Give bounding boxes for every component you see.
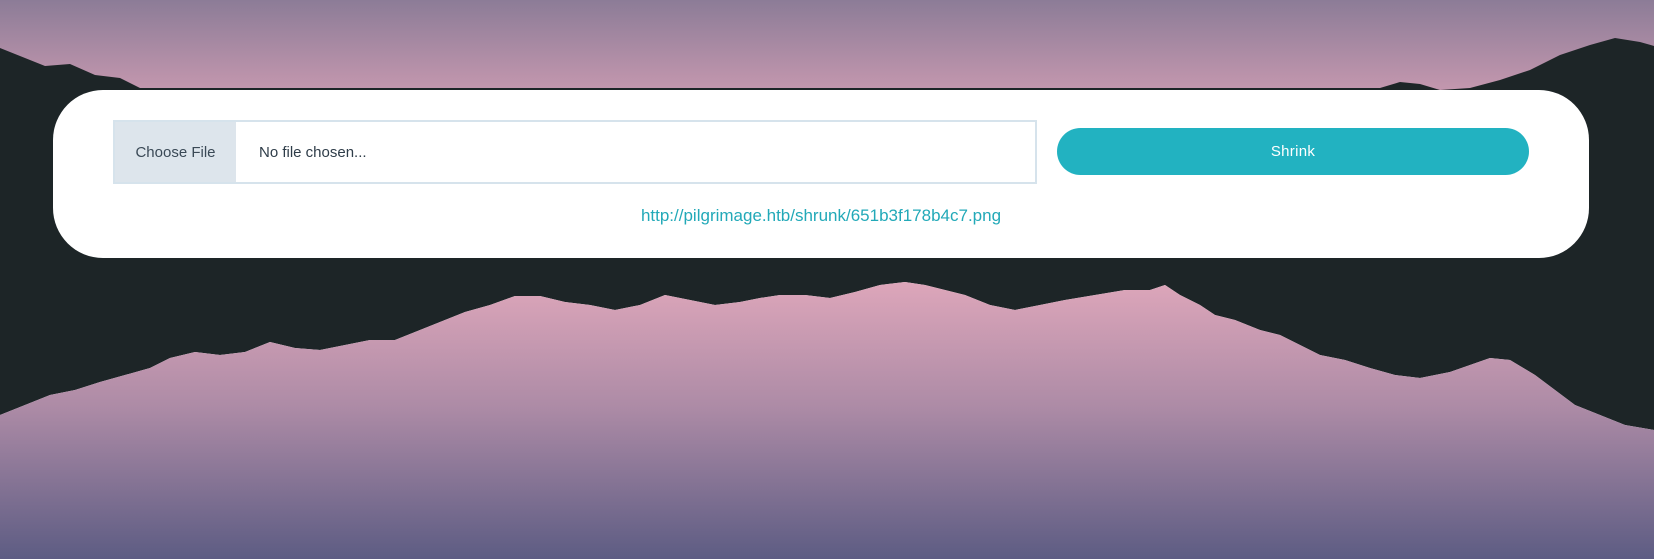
file-input[interactable]: Choose File No file chosen... [113,120,1037,184]
upload-card: Choose File No file chosen... Shrink htt… [53,90,1589,258]
choose-file-button[interactable]: Choose File [115,122,236,182]
file-name-display: No file chosen... [259,143,367,161]
shrunk-image-link[interactable]: http://pilgrimage.htb/shrunk/651b3f178b4… [53,206,1589,226]
mountain-lake-background [0,0,1654,559]
shrink-button[interactable]: Shrink [1057,128,1529,175]
